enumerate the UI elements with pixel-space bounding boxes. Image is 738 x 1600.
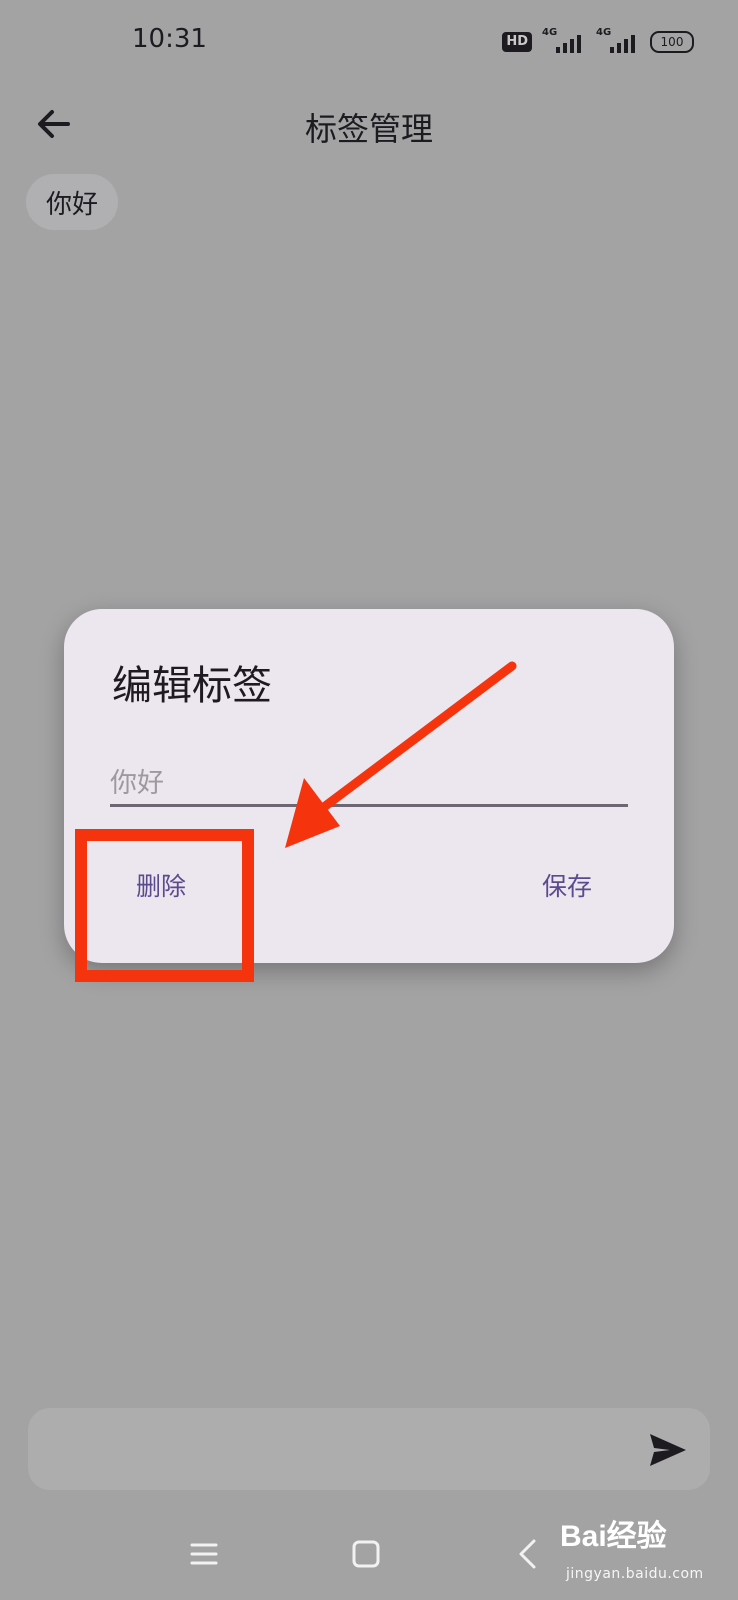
send-icon xyxy=(650,1434,686,1466)
home-square-icon xyxy=(352,1540,380,1568)
watermark-url: jingyan.baidu.com xyxy=(566,1566,704,1582)
hd-icon: HD xyxy=(502,32,532,52)
tag-chip-label: 你好 xyxy=(46,189,99,220)
annotation-highlight-box xyxy=(75,829,254,982)
chevron-left-icon xyxy=(519,1539,536,1569)
app-bar: 标签管理 xyxy=(0,88,738,198)
nav-menu-button[interactable] xyxy=(190,1540,218,1568)
page-title: 标签管理 xyxy=(304,110,433,148)
menu-icon xyxy=(190,1543,218,1565)
nav-home-button[interactable] xyxy=(352,1540,380,1568)
status-bar: 10:31 HD 4G 4G 100 xyxy=(0,0,738,88)
message-composer[interactable] xyxy=(28,1408,710,1490)
status-icons: HD 4G 4G 100 xyxy=(502,27,694,56)
signal-icon-2: 4G xyxy=(596,27,640,55)
send-button[interactable] xyxy=(646,1428,690,1472)
dialog-title: 编辑标签 xyxy=(112,663,272,709)
nav-back-button[interactable] xyxy=(514,1538,542,1570)
signal-icon: 4G xyxy=(542,27,586,55)
save-button[interactable]: 保存 xyxy=(542,867,592,903)
watermark-brand: Bai经验 xyxy=(560,1519,667,1553)
status-time: 10:31 xyxy=(132,24,207,54)
baidu-logo-icon: Bai经验 xyxy=(560,1519,667,1553)
tag-chip[interactable]: 你好 xyxy=(26,174,119,230)
battery-icon: 100 xyxy=(650,31,694,53)
tag-name-input[interactable]: 你好 xyxy=(110,756,628,807)
